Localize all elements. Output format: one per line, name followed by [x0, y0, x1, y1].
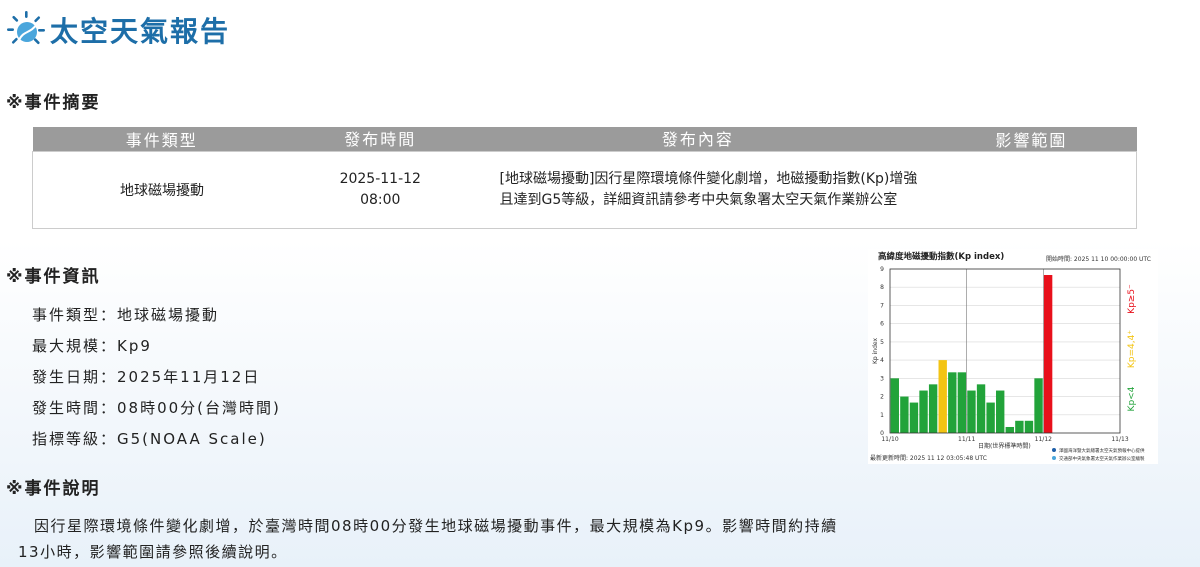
- y-tick-label: 6: [880, 321, 884, 328]
- kp-bar: [900, 396, 909, 433]
- cell-event-type: 地球磁場擾動: [32, 151, 292, 229]
- info-max-scale: 最大規模：Kp9: [32, 337, 152, 355]
- kp-bar: [909, 402, 919, 433]
- y-tick-label: 4: [880, 357, 884, 364]
- kp-bar: [890, 378, 899, 433]
- kp-index-chart: 高緯度地磁擾動指數(Kp index) 開始時間: 2025 11 10 00:…: [868, 249, 1158, 464]
- y-tick-label: 8: [880, 284, 884, 291]
- info-time: 發生時間：08時00分(台灣時間): [32, 399, 281, 417]
- sun-logo-icon: [7, 11, 45, 45]
- legend-entry: Kp=4,4⁺: [1127, 330, 1137, 368]
- kp-bar: [1024, 420, 1034, 433]
- x-tick-label: 11/11: [958, 436, 975, 443]
- chart-xlabel: 日期(世界標準時間): [978, 442, 1031, 450]
- cell-publish-time: 2025-11-12 08:00: [291, 151, 470, 229]
- kp-bar: [1005, 426, 1014, 433]
- event-info-list: 事件類型：地球磁場擾動 最大規模：Kp9 發生日期：2025年11月12日 發生…: [32, 305, 281, 460]
- kp-bar: [986, 402, 995, 433]
- info-section-title: ※事件資訊: [6, 267, 101, 287]
- cell-impact-scope: [926, 151, 1138, 229]
- kp-bar: [967, 390, 976, 433]
- x-tick-label: 11/10: [881, 436, 898, 443]
- header-publish-time: 發布時間: [291, 127, 470, 152]
- y-tick-label: 3: [880, 375, 884, 382]
- x-tick-label: 11/13: [1111, 436, 1128, 443]
- kp-bar: [1015, 420, 1024, 433]
- event-description: 因行星際環境條件變化劇增，於臺灣時間08時00分發生地球磁場擾動事件，最大規模為…: [18, 517, 838, 561]
- chart-credit-1: 澤國海洋暨大氣總署太空天氣預報中心提供: [1059, 447, 1145, 454]
- cell-publish-content: [地球磁場擾動]因行星際環境條件變化劇增，地磁擾動指數(Kp)增強且達到G5等級…: [469, 151, 927, 229]
- chart-title: 高緯度地磁擾動指數(Kp index): [878, 251, 1004, 262]
- kp-chart-svg: 高緯度地磁擾動指數(Kp index) 開始時間: 2025 11 10 00:…: [870, 251, 1151, 462]
- site-header: 太空天氣報告: [6, 10, 230, 50]
- y-tick-label: 1: [880, 412, 884, 419]
- header-publish-content: 發布內容: [469, 127, 927, 152]
- cwa-logo-icon: [1052, 456, 1056, 460]
- kp-bar: [948, 372, 957, 433]
- chart-credit-2: 交通部中央氣象署太空天氣作業辦公室繪製: [1059, 455, 1145, 462]
- info-event-type: 事件類型：地球磁場擾動: [32, 306, 220, 324]
- chart-updated: 最新更新時間: 2025 11 12 03:05:48 UTC: [870, 454, 987, 462]
- kp-bar: [996, 390, 1005, 433]
- y-axis-label: Kp index: [872, 338, 879, 365]
- kp-bar: [976, 384, 986, 433]
- legend-entry: Kp≥5⁻: [1127, 284, 1137, 314]
- y-tick-label: 5: [880, 339, 884, 346]
- info-date: 發生日期：2025年11月12日: [32, 368, 261, 386]
- legend-entry: Kp<4: [1127, 386, 1137, 411]
- y-tick-label: 7: [880, 302, 884, 309]
- info-level: 指標等級：G5(NOAA Scale): [32, 430, 267, 448]
- summary-section-title: ※事件摘要: [6, 93, 101, 113]
- kp-bar: [938, 360, 947, 433]
- chart-start-time: 開始時間: 2025 11 10 00:00:00 UTC: [1046, 255, 1151, 263]
- site-title: 太空天氣報告: [50, 15, 231, 48]
- y-tick-label: 2: [880, 394, 884, 401]
- event-summary-table: 事件類型 發布時間 發布內容 影響範圍 地球磁場擾動 2025-11-12 08…: [32, 127, 1138, 229]
- kp-bar: [957, 372, 967, 433]
- header-event-type: 事件類型: [32, 127, 292, 152]
- kp-bar: [919, 390, 928, 433]
- table-row: 地球磁場擾動 2025-11-12 08:00 [地球磁場擾動]因行星際環境條件…: [32, 151, 1138, 229]
- kp-bar: [1043, 275, 1053, 433]
- desc-section-title: ※事件說明: [6, 479, 101, 499]
- kp-bar: [928, 384, 938, 433]
- header-impact-scope: 影響範圍: [926, 127, 1137, 152]
- noaa-logo-icon: [1052, 448, 1056, 452]
- kp-bar: [1034, 378, 1043, 433]
- table-header-row: 事件類型 發布時間 發布內容 影響範圍: [32, 127, 1137, 152]
- publish-date: 2025-11-12: [339, 171, 421, 187]
- x-tick-label: 11/12: [1035, 436, 1052, 443]
- publish-time: 08:00: [360, 192, 401, 208]
- y-tick-label: 9: [880, 266, 884, 273]
